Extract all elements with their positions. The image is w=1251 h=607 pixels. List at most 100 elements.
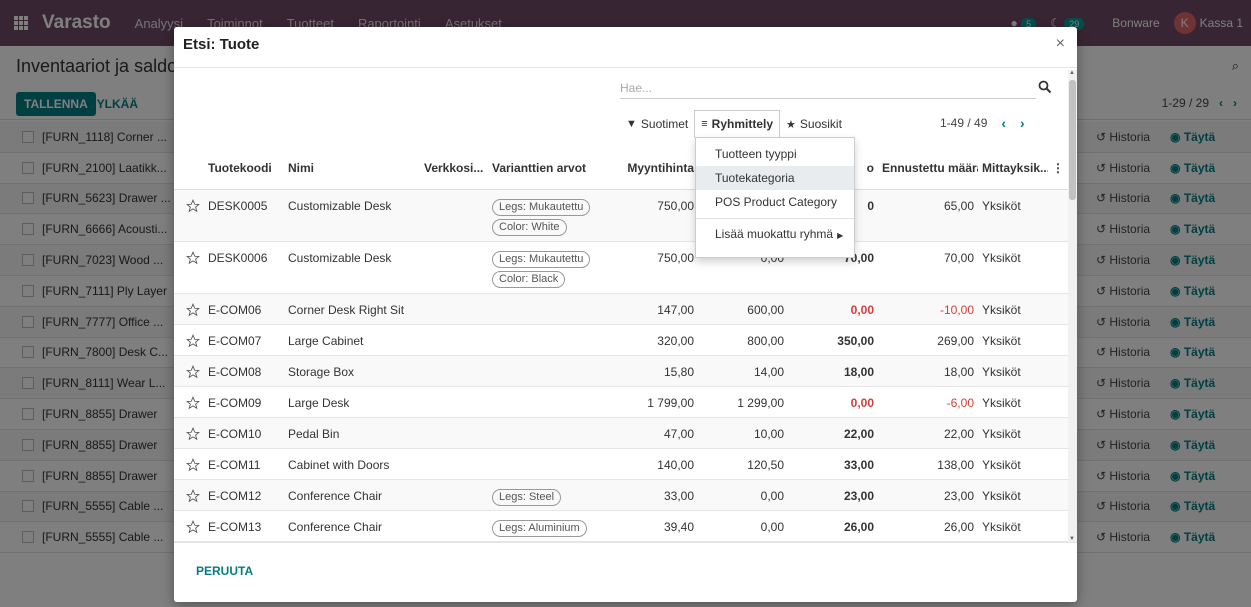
groupby-dropdown: Tuotteen tyyppi Tuotekategoria POS Produ… [695,137,855,258]
scroll-up-icon[interactable]: ▲ [1069,70,1075,76]
favorite-cell[interactable] [174,510,204,542]
cost: 120,50 [698,448,788,480]
row-spacer [1048,355,1068,387]
search-icon[interactable] [1038,80,1052,94]
favorite-cell[interactable] [174,417,204,449]
website-cell [420,448,488,480]
variant-values-cell [488,293,603,325]
sale-price: 140,00 [603,448,698,480]
onhand-quantity: 33,00 [788,448,878,480]
col-sale-price[interactable]: Myyntihinta [603,148,698,190]
onhand-quantity: 350,00 [788,324,878,356]
star-outline-icon[interactable] [186,519,200,534]
col-website[interactable]: Verkkosi... [420,148,488,190]
table-row[interactable]: E-COM09 Large Desk 1 799,00 1 299,00 0,00 -6,… [174,386,1068,418]
cost: 800,00 [698,324,788,356]
star-outline-icon[interactable] [186,364,200,379]
favorite-cell[interactable] [174,448,204,480]
groupby-option-product-type[interactable]: Tuotteen tyyppi [696,142,854,166]
onhand-quantity: 22,00 [788,417,878,449]
product-name: Conference Chair [284,479,420,511]
scroll-thumb[interactable] [1069,80,1076,200]
sale-price: 147,00 [603,293,698,325]
variant-values-cell [488,355,603,387]
star-outline-icon[interactable] [186,250,200,265]
favorite-cell[interactable] [174,293,204,325]
cost: 600,00 [698,293,788,325]
variant-tag: Legs: Aluminium [492,519,587,537]
col-forecast[interactable]: Ennustettu määrä [878,148,978,190]
table-row[interactable]: E-COM12 Conference Chair Legs: Steel 33,00 0… [174,479,1068,511]
star-outline-icon[interactable] [186,333,200,348]
variant-values-cell: Legs: Mukautettu Color: Black [488,241,603,294]
add-custom-group[interactable]: Lisää muokattu ryhmä ▶ [696,222,854,246]
variant-tag: Color: White [492,218,567,236]
close-icon[interactable]: × [1056,35,1065,53]
favorite-cell[interactable] [174,355,204,387]
row-spacer [1048,479,1068,511]
favorite-cell[interactable] [174,386,204,418]
table-row[interactable]: DESK0006 Customizable Desk Legs: Mukautett… [174,241,1068,294]
table-row[interactable]: E-COM13 Conference Chair Legs: Aluminium 39… [174,510,1068,542]
star-outline-icon[interactable] [186,488,200,503]
table-row[interactable]: E-COM07 Large Cabinet 320,00 800,00 350,00 26… [174,324,1068,356]
sale-price: 1 799,00 [603,386,698,418]
search-options: ▼ Suotimet ≡ Ryhmittely ★ Suosikit [620,110,848,138]
variant-values-cell [488,386,603,418]
optional-columns-icon[interactable]: ⋮ [1048,148,1068,190]
cost: 0,00 [698,479,788,511]
pager-value[interactable]: 1-49 / 49 [940,116,987,130]
table-row[interactable]: E-COM11 Cabinet with Doors 140,00 120,50 33,… [174,448,1068,480]
variant-values-cell [488,417,603,449]
filters-label: Suotimet [640,117,689,131]
filter-icon: ▼ [626,118,637,130]
filters-button[interactable]: ▼ Suotimet [620,110,694,138]
favorites-label: Suosikit [799,117,842,131]
unit-of-measure: Yksiköt [978,448,1048,480]
row-spacer [1048,293,1068,325]
star-outline-icon[interactable] [186,426,200,441]
pager-next-icon[interactable]: › [1020,115,1025,131]
list-scrollbar[interactable]: ▲ ▼ [1068,70,1077,542]
table-row[interactable]: E-COM10 Pedal Bin 47,00 10,00 22,00 22,00 Yksi… [174,417,1068,449]
unit-of-measure: Yksiköt [978,241,1048,294]
favorite-cell[interactable] [174,189,204,242]
star-outline-icon[interactable] [186,457,200,472]
favorite-cell[interactable] [174,324,204,356]
col-name[interactable]: Nimi [284,148,420,190]
favorite-cell[interactable] [174,241,204,294]
cancel-button[interactable]: PERUUTA [196,564,253,578]
col-uom[interactable]: Mittayksik... [978,148,1048,190]
onhand-quantity: 23,00 [788,479,878,511]
col-variant-values[interactable]: Varianttien arvot [488,148,603,190]
row-spacer [1048,189,1068,242]
groupby-button[interactable]: ≡ Ryhmittely [694,110,781,138]
cost: 10,00 [698,417,788,449]
product-table: Tuotekoodi Nimi Verkkosi... Varianttien … [174,148,1068,542]
favorites-button[interactable]: ★ Suosikit [780,110,848,138]
product-name: Storage Box [284,355,420,387]
groupby-option-pos-category[interactable]: POS Product Category [696,190,854,214]
unit-of-measure: Yksiköt [978,293,1048,325]
table-row[interactable]: E-COM06 Corner Desk Right Sit 147,00 600,00… [174,293,1068,325]
pager-prev-icon[interactable]: ‹ [1001,115,1006,131]
star-outline-icon[interactable] [186,198,200,213]
star-outline-icon[interactable] [186,395,200,410]
variant-tag: Color: Black [492,270,566,288]
unit-of-measure: Yksiköt [978,189,1048,242]
star-outline-icon[interactable] [186,302,200,317]
table-row[interactable]: DESK0005 Customizable Desk Legs: Mukautett… [174,189,1068,242]
sale-price: 39,40 [603,510,698,542]
search-dialog: Etsi: Tuote × ▼ Suotimet ≡ Ryhmittely ★ … [174,27,1077,602]
sale-price: 320,00 [603,324,698,356]
website-cell [420,386,488,418]
product-code: E-COM11 [204,448,284,480]
unit-of-measure: Yksiköt [978,355,1048,387]
unit-of-measure: Yksiköt [978,479,1048,511]
forecast-quantity: 26,00 [878,510,978,542]
col-code[interactable]: Tuotekoodi [204,148,284,190]
groupby-option-product-category[interactable]: Tuotekategoria [696,166,854,190]
table-row[interactable]: E-COM08 Storage Box 15,80 14,00 18,00 18,00 Yk… [174,355,1068,387]
search-input[interactable] [620,77,1036,99]
favorite-cell[interactable] [174,479,204,511]
